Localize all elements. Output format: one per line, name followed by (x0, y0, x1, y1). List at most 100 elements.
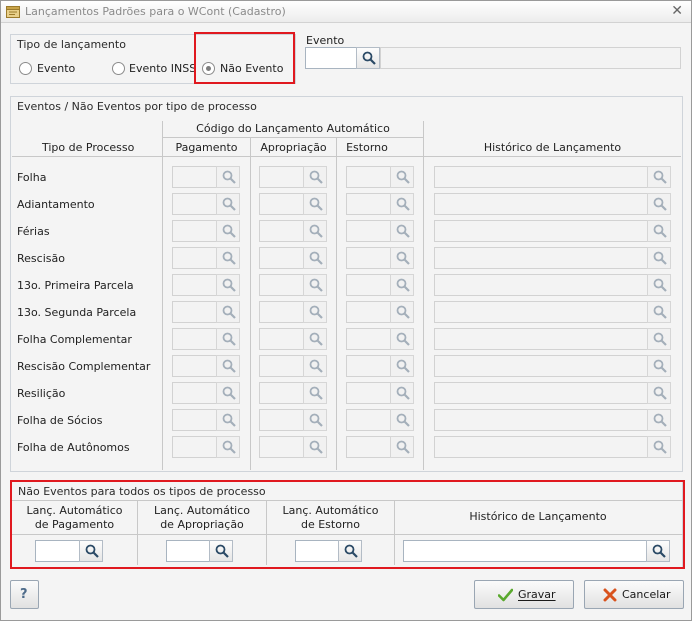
save-button[interactable]: Gravar (474, 580, 574, 609)
process-row-label: Resilição (17, 387, 66, 400)
process-row-label: Folha de Autônomos (17, 441, 130, 454)
cancel-button-label: Cancelar (622, 588, 671, 601)
header-apropriacao: Apropriação (260, 141, 327, 154)
dialog-window: Lançamentos Padrões para o WCont (Cadast… (0, 0, 692, 621)
process-row-label: Rescisão Complementar (17, 360, 151, 373)
cancel-button[interactable]: Cancelar (584, 580, 684, 609)
title-bar: Lançamentos Padrões para o WCont (Cadast… (1, 1, 691, 23)
row-historico-input (434, 382, 648, 404)
row-apropriacao-input (259, 247, 304, 269)
row-pagamento-search-button (216, 328, 240, 350)
row-historico-input (434, 274, 648, 296)
row-apropriacao-search-button (303, 382, 327, 404)
todos-historico-input[interactable] (403, 540, 647, 562)
todos-pagamento-input[interactable] (35, 540, 80, 562)
help-button[interactable]: ? (10, 580, 39, 609)
row-pagamento-search-button (216, 436, 240, 458)
todos-estorno-search-button[interactable] (338, 540, 362, 562)
row-historico-search-button (647, 274, 671, 296)
todos-historico-search-button[interactable] (646, 540, 670, 562)
row-historico-search-button (647, 220, 671, 242)
row-pagamento-input (172, 274, 217, 296)
grid-divider (336, 138, 337, 470)
search-icon (85, 544, 99, 558)
todos-estorno-input[interactable] (295, 540, 339, 562)
radio-evento-inss-label[interactable]: Evento INSS (129, 62, 196, 75)
row-estorno-search-button (390, 436, 414, 458)
window-title: Lançamentos Padrões para o WCont (Cadast… (25, 5, 286, 18)
search-icon (653, 224, 667, 238)
row-historico-input (434, 220, 648, 242)
row-pagamento-input (172, 328, 217, 350)
search-icon (309, 197, 323, 211)
row-apropriacao-search-button (303, 274, 327, 296)
row-historico-input (434, 166, 648, 188)
row-historico-search-button (647, 355, 671, 377)
grid-divider (250, 138, 251, 470)
todos-tipos-title: Não Eventos para todos os tipos de proce… (18, 485, 266, 498)
search-icon (396, 305, 410, 319)
row-apropriacao-input (259, 274, 304, 296)
row-apropriacao-input (259, 355, 304, 377)
search-icon (309, 359, 323, 373)
todos-header-estorno-1: Lanç. Automático (282, 504, 379, 517)
row-pagamento-search-button (216, 382, 240, 404)
close-icon[interactable]: ✕ (671, 3, 683, 19)
grid-header-line (12, 156, 681, 157)
row-historico-search-button (647, 436, 671, 458)
todos-header-line (12, 500, 683, 501)
search-icon (396, 197, 410, 211)
search-icon (309, 386, 323, 400)
search-icon (396, 440, 410, 454)
row-pagamento-input (172, 193, 217, 215)
grid-divider (423, 121, 424, 470)
row-pagamento-search-button (216, 193, 240, 215)
search-icon (222, 359, 236, 373)
header-tipo-processo: Tipo de Processo (42, 141, 135, 154)
row-apropriacao-search-button (303, 247, 327, 269)
row-estorno-search-button (390, 274, 414, 296)
grid-divider (162, 121, 163, 470)
highlight-nao-evento (194, 32, 295, 84)
row-historico-search-button (647, 247, 671, 269)
process-row-label: 13o. Primeira Parcela (17, 279, 134, 292)
row-apropriacao-input (259, 166, 304, 188)
evento-label: Evento (306, 34, 345, 47)
radio-nao-evento-label[interactable]: Não Evento (220, 62, 283, 75)
row-historico-input (434, 409, 648, 431)
evento-search-button[interactable] (356, 47, 380, 69)
radio-evento-inss[interactable] (112, 62, 125, 75)
search-icon (222, 413, 236, 427)
row-pagamento-search-button (216, 247, 240, 269)
process-row-label: 13o. Segunda Parcela (17, 306, 137, 319)
search-icon (396, 359, 410, 373)
search-icon (653, 440, 667, 454)
todos-header-pagamento-1: Lanç. Automático (26, 504, 123, 517)
row-apropriacao-input (259, 382, 304, 404)
row-apropriacao-search-button (303, 301, 327, 323)
row-estorno-search-button (390, 382, 414, 404)
todos-header-line (12, 534, 683, 535)
grid-divider (162, 137, 423, 138)
radio-evento-label[interactable]: Evento (37, 62, 75, 75)
row-estorno-input (346, 355, 391, 377)
todos-apropriacao-search-button[interactable] (209, 540, 233, 562)
search-icon (309, 332, 323, 346)
evento-code-input[interactable] (305, 47, 357, 69)
todos-apropriacao-input[interactable] (166, 540, 210, 562)
search-icon (396, 413, 410, 427)
row-pagamento-input (172, 220, 217, 242)
process-row-label: Férias (17, 225, 50, 238)
todos-header-historico: Histórico de Lançamento (469, 510, 607, 523)
todos-pagamento-search-button[interactable] (79, 540, 103, 562)
row-apropriacao-input (259, 409, 304, 431)
search-icon (396, 170, 410, 184)
radio-nao-evento[interactable] (202, 62, 215, 75)
search-icon (222, 251, 236, 265)
row-estorno-search-button (390, 193, 414, 215)
process-row-label: Folha Complementar (17, 333, 132, 346)
help-icon: ? (20, 587, 28, 602)
radio-evento[interactable] (19, 62, 32, 75)
search-icon (653, 413, 667, 427)
row-apropriacao-search-button (303, 436, 327, 458)
